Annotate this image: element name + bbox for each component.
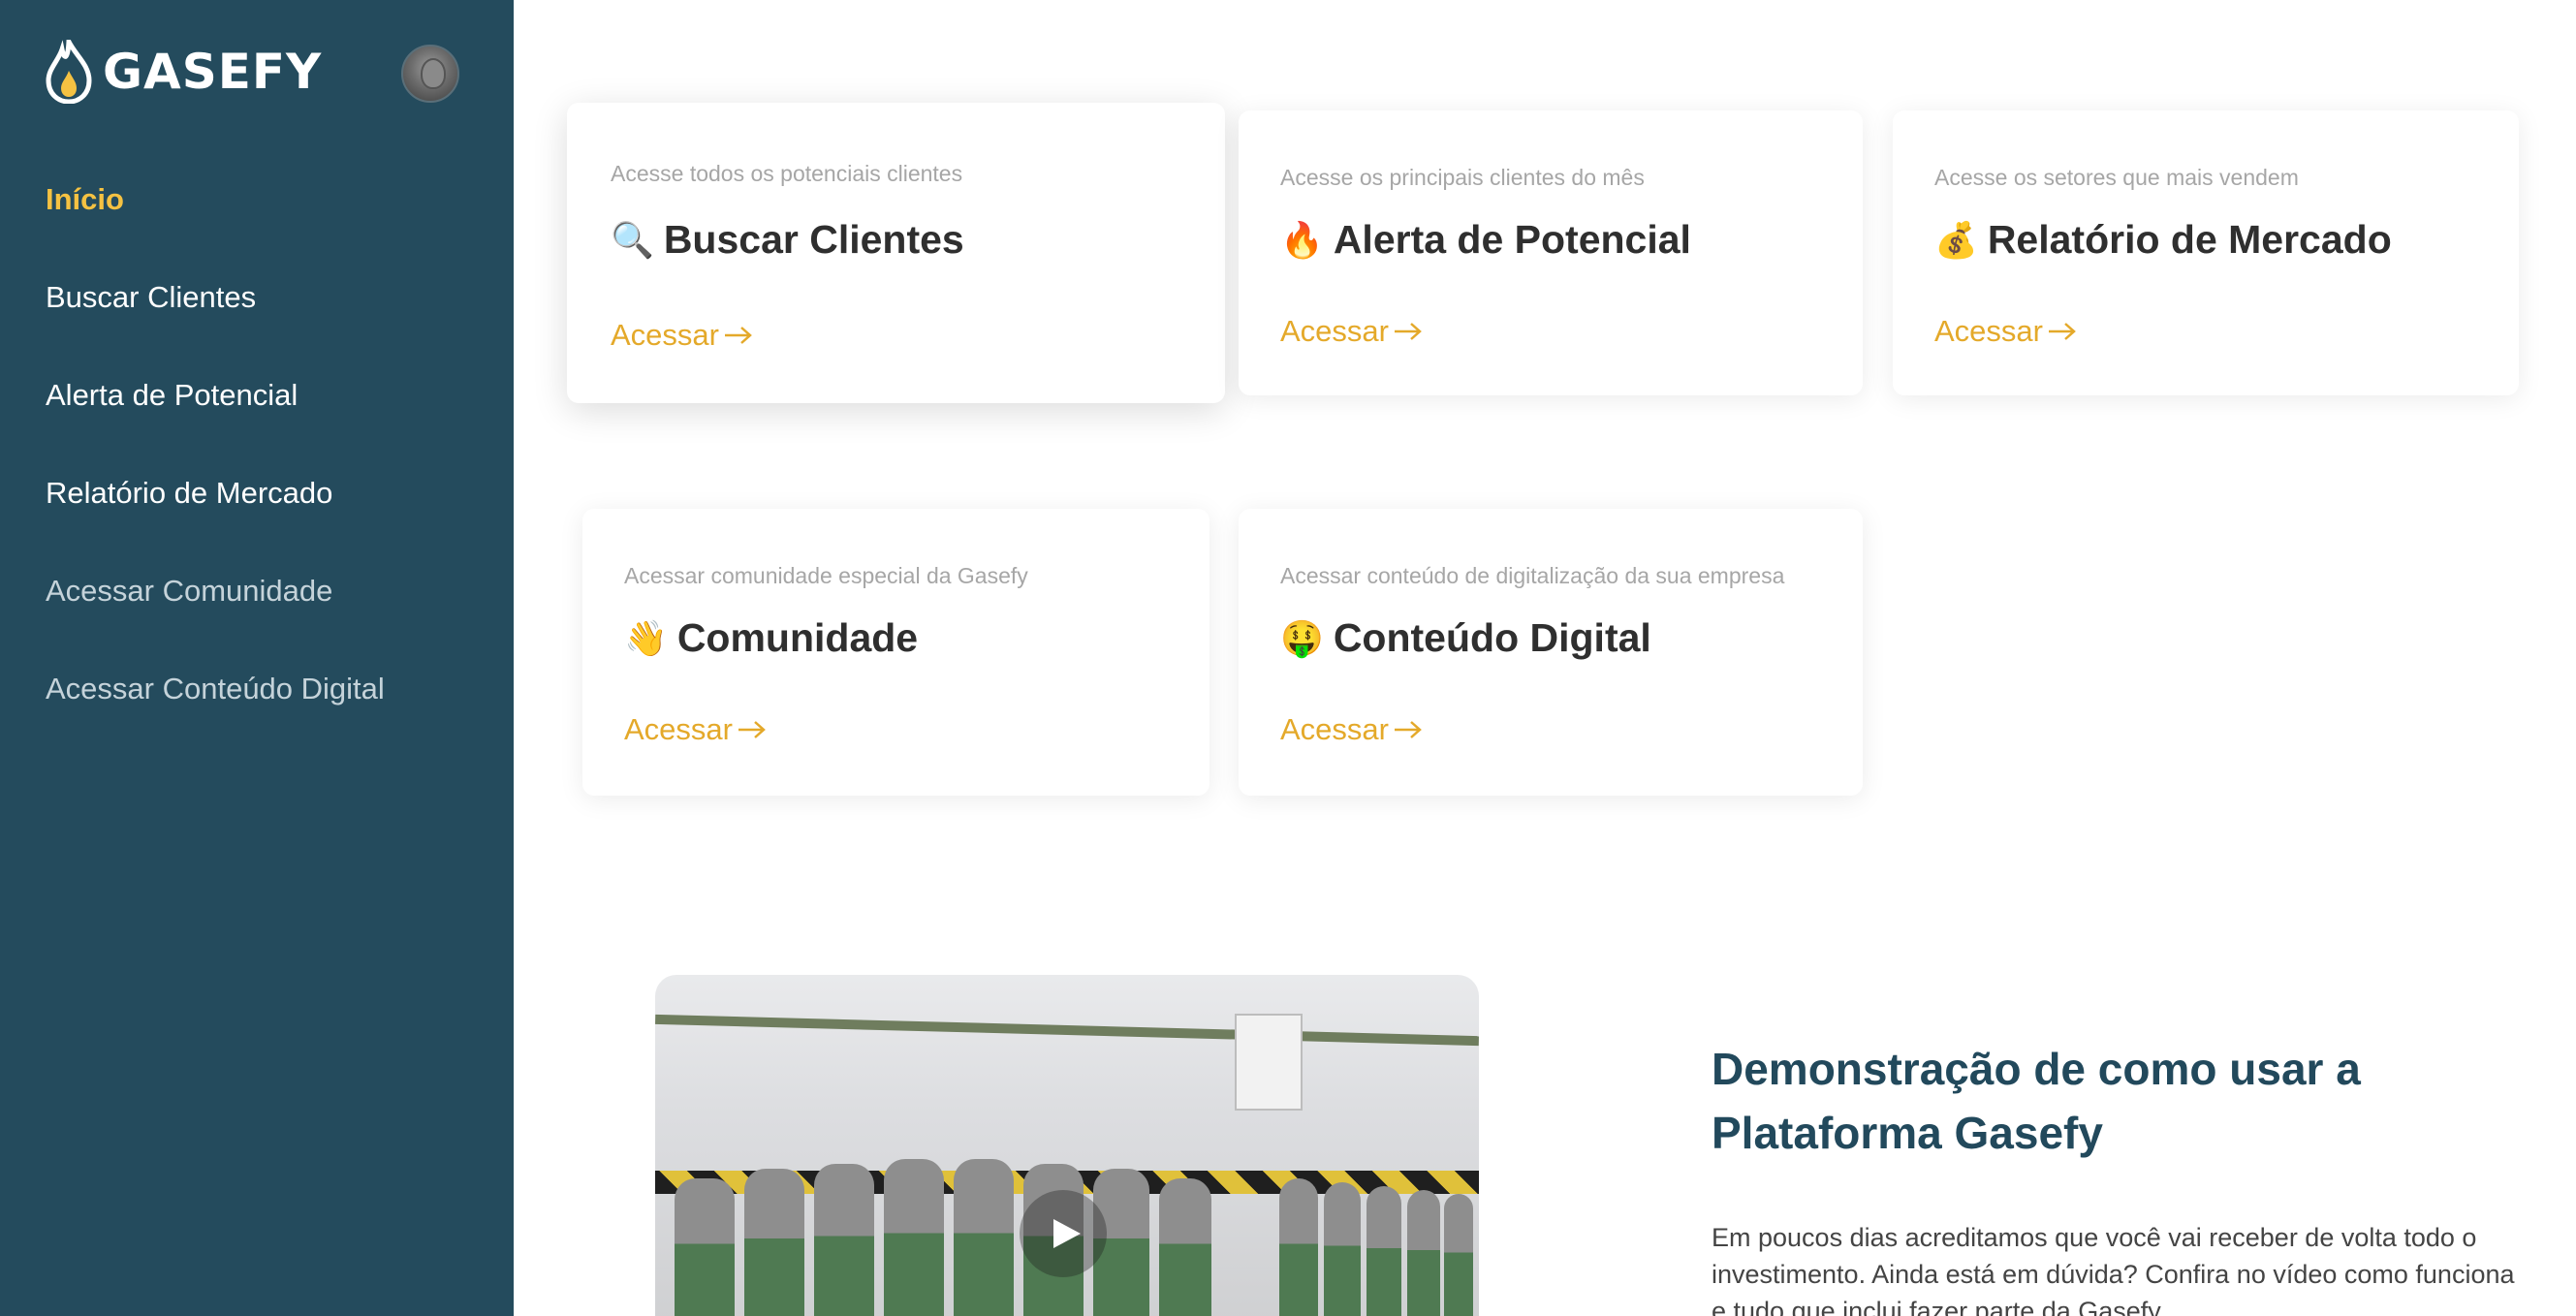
arrow-right-icon xyxy=(724,327,752,344)
card-link-label: Acessar xyxy=(1934,314,2043,348)
sidebar-item-alerta-de-potencial[interactable]: Alerta de Potencial xyxy=(46,378,298,413)
card-title-text: Buscar Clientes xyxy=(663,217,964,262)
video-frame-cylinder xyxy=(1159,1178,1211,1316)
card-subtitle: Acessar conteúdo de digitalização da sua… xyxy=(1280,563,1785,588)
brand-logo[interactable]: GASEFY xyxy=(45,39,322,105)
sidebar-item-buscar-clientes[interactable]: Buscar Clientes xyxy=(46,280,256,315)
demo-title: Demonstração de como usar a Plataforma G… xyxy=(1712,1044,2361,1158)
card-access-link[interactable]: Acessar xyxy=(611,318,754,353)
video-frame-cylinder xyxy=(1444,1194,1473,1316)
card-title-text: Comunidade xyxy=(676,615,919,660)
demo-video[interactable] xyxy=(655,975,1479,1316)
card-access-link[interactable]: Acessar xyxy=(1280,712,1424,747)
video-frame-cylinder xyxy=(814,1164,874,1316)
card-comunidade[interactable]: Acessar comunidade especial da Gasefy 👋 … xyxy=(582,509,1209,796)
sidebar-item-relatorio-de-mercado[interactable]: Relatório de Mercado xyxy=(46,476,332,511)
sidebar-item-acessar-conteudo-digital[interactable]: Acessar Conteúdo Digital xyxy=(46,672,385,706)
avatar[interactable] xyxy=(401,45,459,103)
play-icon xyxy=(1053,1219,1081,1248)
card-title: 👋 Comunidade xyxy=(624,615,918,661)
arrow-right-icon xyxy=(1394,721,1422,738)
card-conteudo-digital[interactable]: Acessar conteúdo de digitalização da sua… xyxy=(1239,509,1863,796)
video-frame-cylinder xyxy=(954,1159,1014,1316)
card-access-link[interactable]: Acessar xyxy=(1934,314,2078,349)
card-title: 🔥 Alerta de Potencial xyxy=(1280,217,1691,263)
demo-description: Em poucos dias acreditamos que você vai … xyxy=(1712,1223,2515,1316)
brand-name: GASEFY xyxy=(103,44,323,100)
waving-hand-icon: 👋 xyxy=(624,617,668,658)
video-frame-cylinder xyxy=(744,1169,804,1316)
card-title-text: Alerta de Potencial xyxy=(1333,217,1691,262)
money-bag-icon: 💰 xyxy=(1934,219,1978,260)
app: GASEFY Início Buscar Clientes Alerta de … xyxy=(0,0,2576,1316)
magnifier-icon: 🔍 xyxy=(611,219,654,260)
card-title-text: Relatório de Mercado xyxy=(1987,217,2392,262)
video-frame-cylinder xyxy=(675,1178,735,1316)
video-frame-cylinder xyxy=(1324,1182,1361,1316)
video-frame-cylinder xyxy=(884,1159,944,1316)
card-alerta-de-potencial[interactable]: Acesse os principais clientes do mês 🔥 A… xyxy=(1239,110,1863,395)
card-title: 💰 Relatório de Mercado xyxy=(1934,217,2392,263)
play-button[interactable] xyxy=(1020,1190,1107,1277)
card-subtitle: Acesse os principais clientes do mês xyxy=(1280,165,1645,190)
video-frame-cylinder xyxy=(1279,1178,1318,1316)
arrow-right-icon xyxy=(2048,323,2076,340)
card-relatorio-de-mercado[interactable]: Acesse os setores que mais vendem 💰 Rela… xyxy=(1893,110,2519,395)
arrow-right-icon xyxy=(738,721,766,738)
video-frame-cylinder xyxy=(1407,1190,1440,1316)
flame-icon xyxy=(46,40,92,104)
money-mouth-face-icon: 🤑 xyxy=(1280,617,1324,658)
card-access-link[interactable]: Acessar xyxy=(1280,314,1424,349)
card-title: 🤑 Conteúdo Digital xyxy=(1280,615,1651,661)
card-link-label: Acessar xyxy=(1280,712,1389,746)
fire-icon: 🔥 xyxy=(1280,219,1324,260)
card-link-label: Acessar xyxy=(624,712,733,746)
card-subtitle: Acesse todos os potenciais clientes xyxy=(611,161,963,186)
card-title: 🔍 Buscar Clientes xyxy=(611,217,964,263)
card-link-label: Acessar xyxy=(611,318,719,352)
sidebar-item-acessar-comunidade[interactable]: Acessar Comunidade xyxy=(46,574,332,609)
video-frame-pipe xyxy=(655,1014,1479,1047)
sidebar-item-inicio[interactable]: Início xyxy=(46,182,124,217)
arrow-right-icon xyxy=(1394,323,1422,340)
card-buscar-clientes[interactable]: Acesse todos os potenciais clientes 🔍 Bu… xyxy=(567,103,1225,403)
card-subtitle: Acesse os setores que mais vendem xyxy=(1934,165,2299,190)
card-subtitle: Acessar comunidade especial da Gasefy xyxy=(624,563,1028,588)
card-link-label: Acessar xyxy=(1280,314,1389,348)
video-frame-cylinder xyxy=(1367,1186,1401,1316)
video-frame-panel xyxy=(1235,1014,1303,1111)
sidebar: GASEFY Início Buscar Clientes Alerta de … xyxy=(0,0,514,1316)
card-access-link[interactable]: Acessar xyxy=(624,712,768,747)
card-title-text: Conteúdo Digital xyxy=(1333,615,1651,660)
